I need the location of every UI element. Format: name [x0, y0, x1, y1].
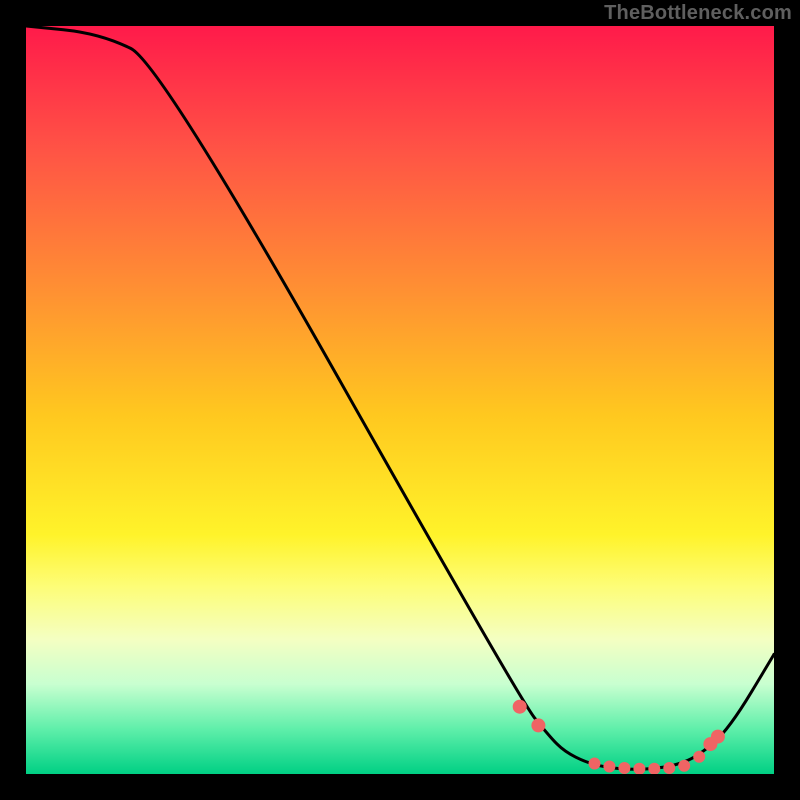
data-marker [589, 758, 601, 770]
attribution-text: TheBottleneck.com [604, 2, 792, 25]
data-curve [26, 26, 774, 769]
chart-svg [26, 26, 774, 774]
data-marker [711, 730, 725, 744]
data-marker [603, 761, 615, 773]
data-marker [663, 762, 675, 774]
data-marker [513, 700, 527, 714]
data-marker [648, 763, 660, 774]
data-marker [678, 760, 690, 772]
data-markers [513, 700, 725, 774]
data-marker [633, 763, 645, 774]
data-marker [693, 751, 705, 763]
data-marker [531, 718, 545, 732]
plot-area [26, 26, 774, 774]
data-marker [618, 762, 630, 774]
chart-frame: TheBottleneck.com [0, 0, 800, 800]
